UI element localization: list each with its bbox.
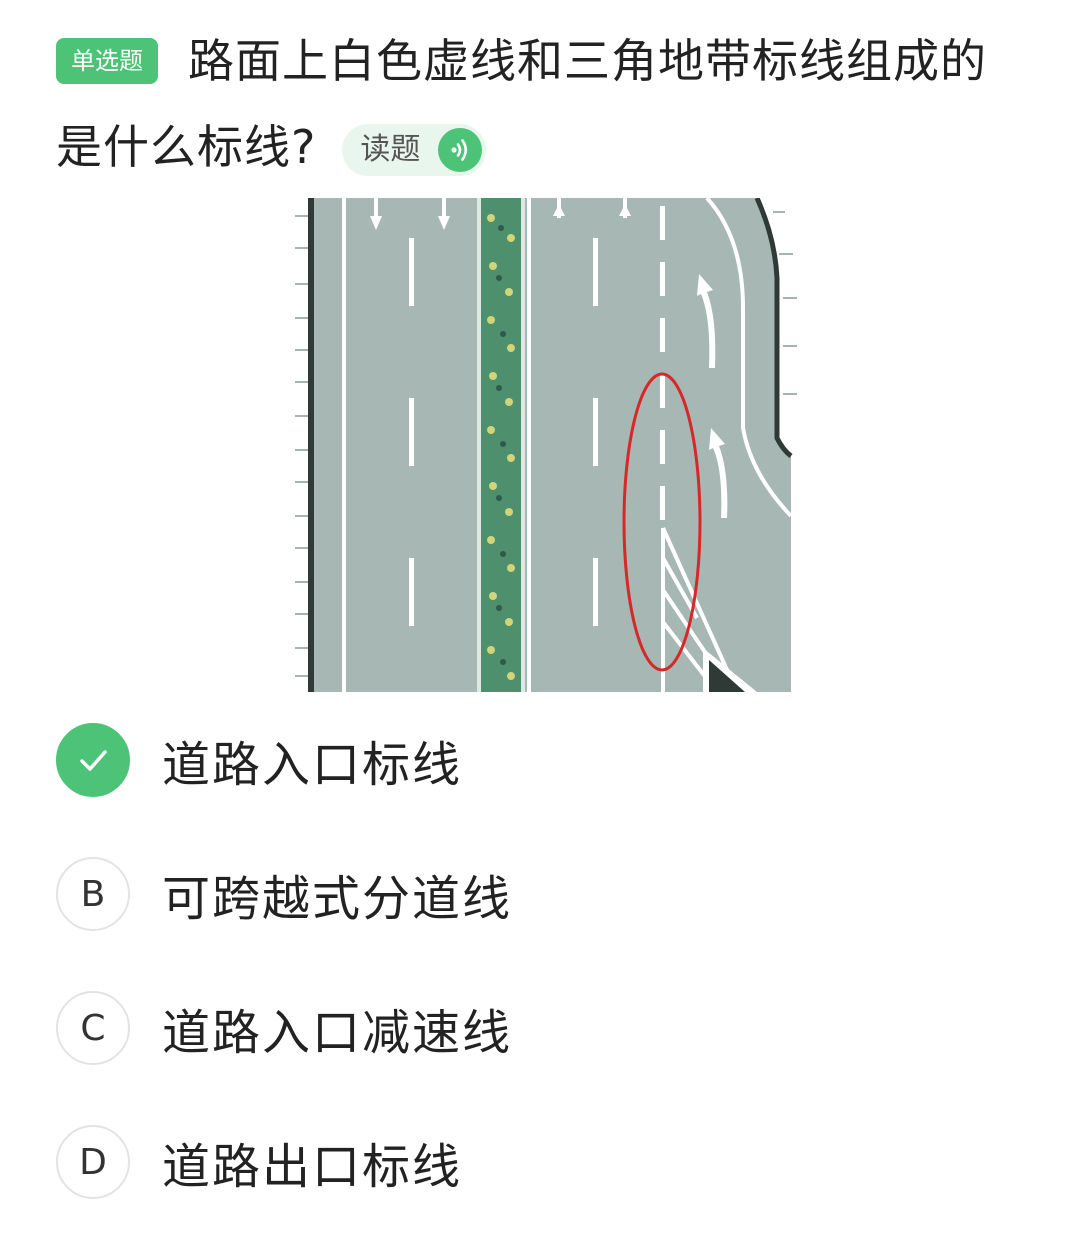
option-d-text: 道路出口标线 (162, 1139, 463, 1195)
checkmark-icon (80, 750, 107, 771)
sound-wave-icon (438, 128, 483, 172)
correct-answer-badge (56, 723, 130, 797)
road-diagram (177, 196, 907, 694)
option-b-key: B (56, 857, 130, 931)
question-type-badge: 单选题 (56, 38, 158, 84)
option-d[interactable]: D 道路出口标线 (56, 1123, 956, 1201)
option-a[interactable]: 道路入口标线 (56, 721, 956, 799)
road-marking-illustration (177, 196, 907, 694)
question-heading: 单选题 路面上白色虚线和三角地带标线组成的是什么标线? 读题 (56, 18, 1016, 190)
question-text: 路面上白色虚线和三角地带标线组成的是什么标线? (56, 34, 987, 174)
option-c-key: C (56, 991, 130, 1065)
read-question-button[interactable]: 读题 (342, 124, 487, 176)
option-a-text: 道路入口标线 (162, 737, 463, 793)
option-c-text: 道路入口减速线 (162, 1005, 513, 1061)
read-question-label: 读题 (360, 132, 421, 167)
option-b-text: 可跨越式分道线 (162, 871, 513, 927)
option-b[interactable]: B 可跨越式分道线 (56, 855, 956, 933)
option-c[interactable]: C 道路入口减速线 (56, 989, 956, 1067)
option-d-key: D (56, 1125, 130, 1199)
